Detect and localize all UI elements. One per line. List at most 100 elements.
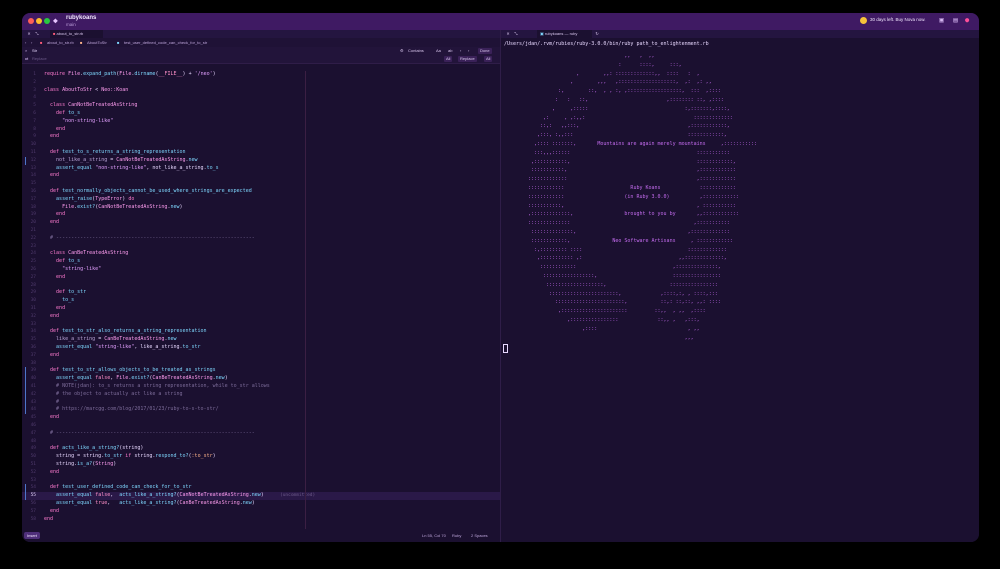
code-line[interactable]: 49 def acts_like_a_string?(string) — [22, 445, 500, 453]
back-icon[interactable]: ‹ — [25, 38, 26, 47]
minimize-window-button[interactable] — [36, 18, 42, 24]
code-line[interactable]: 29 def to_str — [22, 289, 500, 297]
sidebar-toggle-icon[interactable]: ▤ — [951, 16, 960, 25]
terminal-output[interactable]: /Users/jdan/.rvm/rubies/ruby-3.0.0/bin/r… — [501, 40, 979, 520]
code-editor[interactable]: 1 require File.expand_path(File.dirname(_… — [22, 71, 500, 529]
tab-about-to-str[interactable]: ■ about_to_str.rb — [50, 30, 103, 38]
code-line[interactable]: 40 assert_equal false, File.exist?(CanBe… — [22, 375, 500, 383]
code-line[interactable]: 11 def test_to_s_returns_a_string_repres… — [22, 149, 500, 157]
notifications-icon[interactable]: ● — [965, 16, 974, 25]
code-line[interactable]: 24 class CanBeTreatedAsString — [22, 250, 500, 258]
code-text: def test_normally_objects_cannot_be_used… — [44, 188, 252, 196]
replace-button[interactable]: Replace — [458, 56, 477, 62]
layout-icon[interactable]: ▣ — [937, 16, 946, 25]
code-line[interactable]: 38 — [22, 360, 500, 368]
code-line[interactable]: 25 def to_s — [22, 258, 500, 266]
code-line[interactable]: 55 assert_equal false, acts_like_a_strin… — [22, 492, 500, 500]
code-line[interactable]: 45 end — [22, 414, 500, 422]
find-all-button[interactable]: All — [444, 56, 453, 62]
code-line[interactable]: 35 like_a_string = CanBeTreatedAsString.… — [22, 336, 500, 344]
code-line[interactable]: 21 — [22, 227, 500, 235]
match-case-toggle[interactable]: Aa — [434, 48, 443, 54]
code-line[interactable]: 48 — [22, 438, 500, 446]
code-line[interactable]: 16 def test_normally_objects_cannot_be_u… — [22, 188, 500, 196]
code-line[interactable]: 6 def to_s — [22, 110, 500, 118]
code-line[interactable]: 39 def test_to_str_allows_objects_to_be_… — [22, 367, 500, 376]
code-line[interactable]: 43 # — [22, 398, 500, 407]
split-pane-icon[interactable]: ⤡ — [33, 30, 41, 38]
code-line[interactable]: 31 end — [22, 305, 500, 313]
breadcrumb-method[interactable]: test_user_defined_code_can_check_for_to_… — [124, 38, 207, 47]
code-line[interactable]: 28 — [22, 282, 500, 290]
search-mode-icon[interactable]: ⚙ — [398, 48, 406, 54]
code-line[interactable]: 27 end — [22, 274, 500, 282]
split-pane-icon[interactable]: ⤡ — [512, 30, 520, 38]
code-line[interactable]: 36 assert_equal "string-like", like_a_st… — [22, 344, 500, 352]
code-line[interactable]: 23 — [22, 243, 500, 251]
code-line[interactable]: 50 string = string.to_str if string.resp… — [22, 453, 500, 461]
code-line[interactable]: 12 not_like_a_string = CanNotBeTreatedAs… — [22, 156, 500, 165]
code-line[interactable]: 4 — [22, 94, 500, 102]
previous-match-button[interactable]: ‹ — [458, 48, 463, 54]
code-line[interactable]: 15 — [22, 180, 500, 188]
code-line[interactable]: 57 end — [22, 508, 500, 516]
code-line[interactable]: 22 # -----------------------------------… — [22, 235, 500, 243]
code-line[interactable]: 7 "non-string-like" — [22, 118, 500, 126]
code-line[interactable]: 51 string.is_a?(String) — [22, 461, 500, 469]
trial-notice[interactable]: 30 days left. Buy Nova now. — [870, 17, 926, 22]
find-input[interactable]: Str — [32, 47, 37, 55]
language-selector[interactable]: Ruby — [452, 532, 461, 539]
code-line[interactable]: 44 # https://marcgg.com/blog/2017/01/23/… — [22, 406, 500, 415]
next-match-button[interactable]: › — [466, 48, 471, 54]
project-icon[interactable]: ◆ — [53, 16, 62, 25]
code-line[interactable]: 42 # the object to actually act like a s… — [22, 390, 500, 399]
replace-all-button[interactable]: All — [484, 56, 493, 62]
code-line[interactable]: 34 def test_to_str_also_returns_a_string… — [22, 328, 500, 336]
mode-badge[interactable]: Insert — [24, 532, 41, 539]
code-line[interactable]: 33 — [22, 321, 500, 329]
close-pane-icon[interactable]: ✕ — [504, 30, 512, 38]
terminal-art-line: ,:::::::::::::::: ::,, , ,:::, — [504, 317, 700, 323]
code-line[interactable]: 56 assert_equal true, acts_like_a_string… — [22, 500, 500, 508]
code-line[interactable]: 41 # NOTE(jdan): to_s returns a string r… — [22, 383, 500, 391]
code-line[interactable]: 37 end — [22, 352, 500, 360]
tab-terminal[interactable]: ▣ rubykoans — ruby — [537, 30, 592, 38]
code-line[interactable]: 47 # -----------------------------------… — [22, 430, 500, 438]
code-line[interactable]: 46 — [22, 422, 500, 430]
forward-icon[interactable]: › — [31, 38, 32, 47]
close-pane-icon[interactable]: ✕ — [25, 30, 33, 38]
maximize-window-button[interactable] — [44, 18, 50, 24]
cursor-position[interactable]: Ln 55, Col 70 — [422, 532, 446, 539]
code-line[interactable]: 53 — [22, 477, 500, 485]
code-line[interactable]: 32 end — [22, 313, 500, 321]
code-line[interactable]: 52 end — [22, 469, 500, 477]
code-line[interactable]: 10 — [22, 141, 500, 149]
code-line[interactable]: 1 require File.expand_path(File.dirname(_… — [22, 71, 500, 79]
project-name[interactable]: rubykoans — [66, 15, 96, 21]
code-line[interactable]: 19 end — [22, 211, 500, 219]
contains-select[interactable]: Contains — [406, 48, 426, 54]
code-line[interactable]: 30 to_s — [22, 297, 500, 305]
replace-input[interactable]: Replace — [32, 55, 47, 63]
code-line[interactable]: 20 end — [22, 219, 500, 227]
code-line[interactable]: 3 class AboutToStr < Neo::Koan — [22, 87, 500, 95]
code-line[interactable]: 26 "string-like" — [22, 266, 500, 274]
refresh-icon[interactable]: ↻ — [593, 30, 601, 38]
code-line[interactable]: 17 assert_raise(TypeError) do — [22, 196, 500, 204]
code-line[interactable]: 18 File.exist?(CanNotBeTreatedAsString.n… — [22, 204, 500, 212]
code-line[interactable]: 58 end — [22, 516, 500, 524]
breadcrumb-class[interactable]: AboutToStr — [87, 38, 107, 47]
close-window-button[interactable] — [28, 18, 34, 24]
code-line[interactable]: 5 class CanNotBeTreatedAsString — [22, 102, 500, 110]
regex-toggle[interactable]: ab — [446, 48, 454, 54]
code-line[interactable]: 2 — [22, 79, 500, 87]
code-line[interactable]: 8 end — [22, 126, 500, 134]
line-number: 34 — [30, 329, 36, 335]
breadcrumb-file[interactable]: about_to_str.rb — [47, 38, 74, 47]
done-button[interactable]: Done — [478, 48, 492, 54]
code-line[interactable]: 13 assert_equal "non-string-like", not_l… — [22, 165, 500, 173]
code-line[interactable]: 14 end — [22, 172, 500, 180]
code-line[interactable]: 9 end — [22, 133, 500, 141]
indentation-selector[interactable]: 2 Spaces — [471, 532, 488, 539]
code-line[interactable]: 54 def test_user_defined_code_can_check_… — [22, 484, 500, 493]
